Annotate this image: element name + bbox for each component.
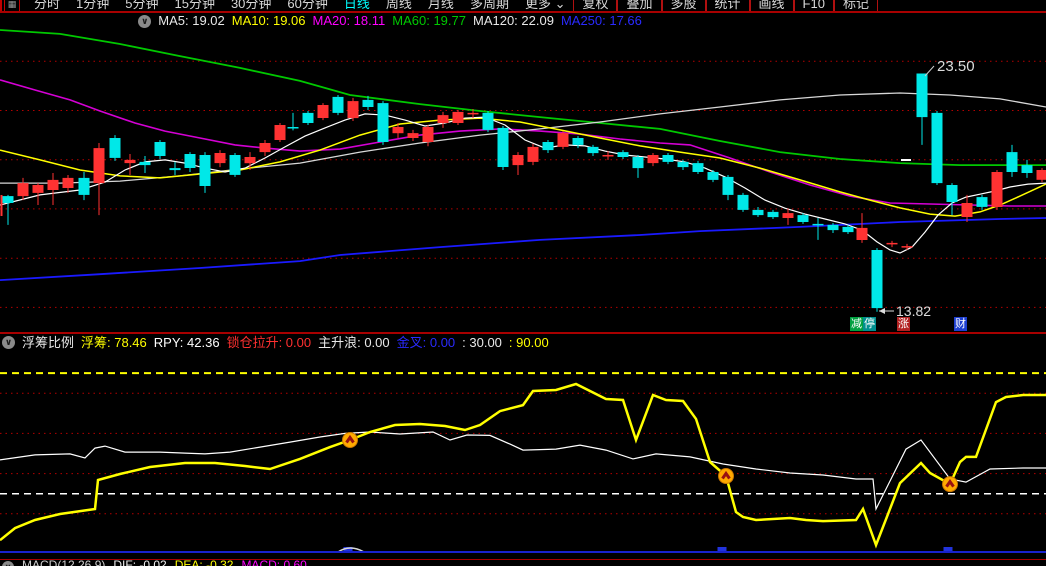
indicator-header: ∨ 浮筹比例 浮筹: 78.46 RPY: 42.36 锁仓拉升: 0.00 主升浪: … xyxy=(0,334,1046,351)
high-price-label: 23.50 xyxy=(937,58,975,75)
macd-value: MACD: 0.60 xyxy=(241,560,306,566)
indicator-value: 浮筹: 78.46 xyxy=(81,334,147,350)
indicator-value: 主升浪: 0.00 xyxy=(318,334,390,350)
bottom-separator xyxy=(0,559,1046,560)
stock-title: 新晨科技(日线,前复权) xyxy=(0,13,130,28)
ma-value: MA20: 18.11 xyxy=(312,13,386,28)
macd-value: DIF: -0.02 xyxy=(113,560,166,566)
candlestick-chart[interactable] xyxy=(0,0,1046,566)
ma-value: MA250: 17.66 xyxy=(560,13,642,28)
event-badge-涨: 涨 xyxy=(897,317,910,331)
event-badge-停: 停 xyxy=(863,317,876,331)
ma-value: MA120: 22.09 xyxy=(472,13,554,28)
ma-value: MA5: 19.02 xyxy=(158,13,225,28)
indicator-value: 锁仓拉升: 0.00 xyxy=(226,334,312,350)
macd-value: MACD(12,26,9) xyxy=(22,560,105,566)
indicator-value: RPY: 42.36 xyxy=(153,334,220,350)
indicator-value: 金叉: 0.00 xyxy=(396,334,456,350)
ma-value: MA10: 19.06 xyxy=(231,13,306,28)
event-badge-减: 减 xyxy=(850,317,863,331)
indicator-value: : 30.00 xyxy=(462,334,502,350)
macd-value: DEA: -0.32 xyxy=(175,560,234,566)
chevron-down-icon[interactable]: ∨ xyxy=(2,336,15,349)
macd-panel-divider xyxy=(0,551,1046,553)
indicator-value: 浮筹比例 xyxy=(22,334,75,350)
ma-value: MA60: 19.77 xyxy=(392,13,466,28)
chevron-down-icon[interactable]: ∨ xyxy=(2,561,14,566)
event-badge-财: 财 xyxy=(954,317,967,331)
macd-bar: ∨ MACD(12,26,9) DIF: -0.02 DEA: -0.32 MACD:… xyxy=(0,560,1046,566)
indicator-value: : 90.00 xyxy=(508,334,549,350)
stock-info-bar: 新晨科技(日线,前复权) ∨ MA5: 19.02 MA10: 19.06 MA20… xyxy=(0,13,1046,29)
chevron-down-icon[interactable]: ∨ xyxy=(138,14,152,28)
